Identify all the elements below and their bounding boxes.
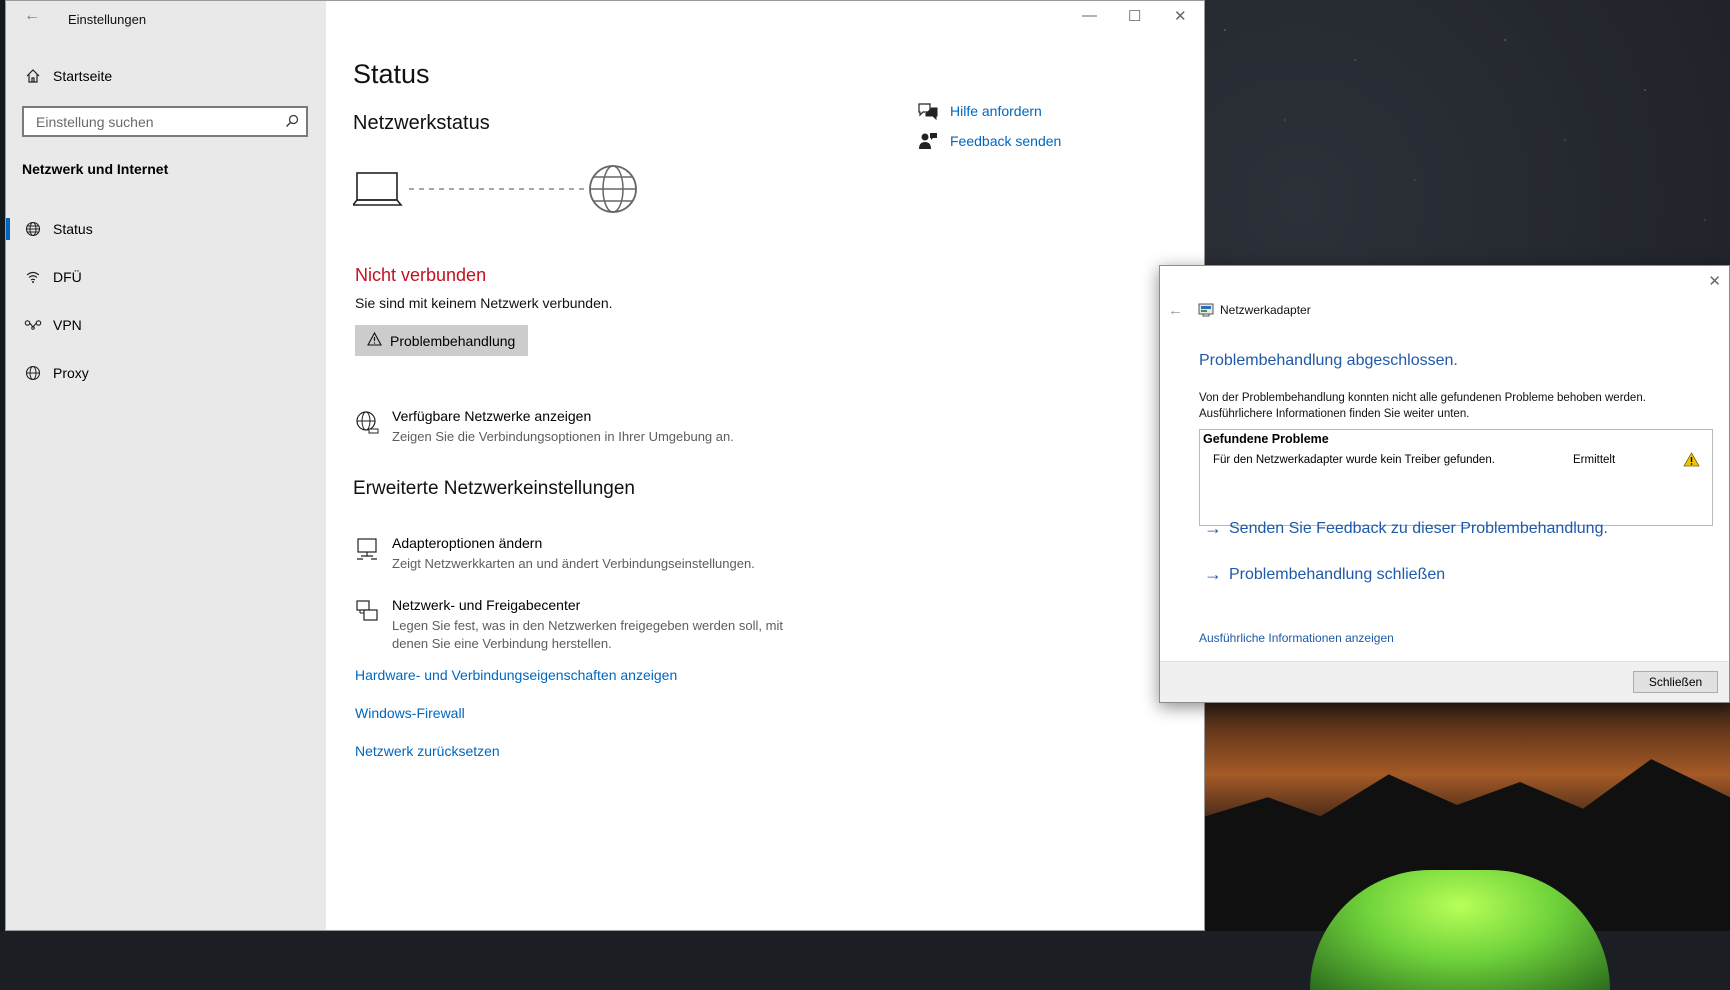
sidebar-item-label: Status	[53, 221, 93, 237]
dialog-footer: Schließen	[1160, 661, 1729, 702]
sidebar-section-title: Netzwerk und Internet	[22, 161, 169, 177]
back-arrow-icon[interactable]: ←	[24, 7, 40, 25]
main-content: — ☐ ✕ Status Netzwerkstatus Nicht verbun…	[326, 1, 1204, 930]
dialog-close-icon[interactable]: ✕	[1708, 272, 1721, 290]
search-input[interactable]	[34, 112, 278, 131]
sharing-center-icon	[355, 599, 379, 628]
troubleshoot-label: Problembehandlung	[390, 332, 516, 349]
chat-help-icon	[918, 102, 940, 120]
adapter-icon	[355, 537, 379, 566]
sidebar-item-dfue[interactable]: DFÜ	[6, 257, 326, 297]
dialog-title: Netzwerkadapter	[1220, 303, 1311, 317]
globe-status-icon	[24, 220, 42, 238]
close-button[interactable]: ✕	[1174, 7, 1187, 25]
search-box[interactable]	[22, 106, 308, 137]
details-link[interactable]: Ausführliche Informationen anzeigen	[1199, 631, 1394, 645]
sharing-center-title: Netzwerk- und Freigabecenter	[392, 597, 581, 613]
dialup-icon	[24, 268, 42, 286]
dialog-title-row: Netzwerkadapter	[1198, 303, 1311, 317]
available-networks-title: Verfügbare Netzwerke anzeigen	[392, 408, 592, 424]
send-feedback-label: Feedback senden	[950, 133, 1062, 149]
sidebar: ← Einstellungen Startseite Netzwerk und …	[6, 1, 326, 930]
problems-box: Gefundene Probleme Für den Netzwerkadapt…	[1199, 429, 1713, 526]
arrow-right-icon: →	[1204, 518, 1222, 538]
network-reset-link[interactable]: Netzwerk zurücksetzen	[355, 743, 500, 759]
globe-icon	[24, 364, 42, 382]
get-help-label: Hilfe anfordern	[950, 103, 1042, 119]
feedback-troubleshooter-label: Senden Sie Feedback zu dieser Problembeh…	[1229, 519, 1608, 537]
connection-state: Nicht verbunden	[355, 265, 487, 285]
available-networks-icon	[355, 410, 379, 439]
vpn-icon	[24, 316, 42, 334]
arrow-right-icon: →	[1204, 564, 1222, 584]
close-troubleshooter-link[interactable]: → Problembehandlung schließen	[1204, 564, 1445, 585]
sidebar-item-home[interactable]: Startseite	[6, 56, 326, 96]
hardware-properties-link[interactable]: Hardware- und Verbindungseigenschaften a…	[355, 667, 677, 683]
sidebar-item-proxy[interactable]: Proxy	[6, 353, 326, 393]
dialog-close-button[interactable]: Schließen	[1633, 671, 1718, 693]
problems-header: Gefundene Probleme	[1203, 432, 1329, 446]
dialog-back-arrow-icon[interactable]: ←	[1168, 302, 1183, 319]
sidebar-item-status[interactable]: Status	[6, 209, 326, 249]
sidebar-item-label: Proxy	[53, 365, 89, 381]
problem-text[interactable]: Für den Netzwerkadapter wurde kein Treib…	[1213, 454, 1495, 466]
problem-status: Ermittelt	[1573, 454, 1616, 466]
settings-window: ← Einstellungen Startseite Netzwerk und …	[5, 0, 1205, 931]
get-help-link[interactable]: Hilfe anfordern	[918, 102, 1042, 120]
laptop-icon	[353, 172, 403, 206]
adapter-options-desc: Zeigt Netzwerkkarten an und ändert Verbi…	[392, 556, 755, 571]
warning-icon	[367, 331, 382, 349]
minimize-button[interactable]: —	[1082, 7, 1097, 24]
dialog-message: Von der Problembehandlung konnten nicht …	[1199, 392, 1646, 420]
connection-description: Sie sind mit keinem Netzwerk verbunden.	[355, 295, 613, 311]
connection-diagram	[353, 165, 637, 213]
close-troubleshooter-label: Problembehandlung schließen	[1229, 565, 1446, 583]
warning-triangle-icon	[1683, 452, 1700, 472]
home-icon	[24, 67, 42, 85]
sidebar-item-label: VPN	[53, 317, 82, 333]
troubleshoot-button[interactable]: Problembehandlung	[355, 325, 529, 356]
maximize-button[interactable]: ☐	[1128, 7, 1141, 25]
advanced-settings-heading: Erweiterte Netzwerkeinstellungen	[353, 478, 635, 499]
feedback-troubleshooter-link[interactable]: → Senden Sie Feedback zu dieser Problemb…	[1204, 518, 1608, 539]
internet-globe-icon	[589, 165, 637, 213]
sharing-center-desc: Legen Sie fest, was in den Netzwerken fr…	[392, 618, 783, 651]
sidebar-item-label: DFÜ	[53, 269, 82, 285]
window-title: Einstellungen	[68, 12, 147, 27]
troubleshooter-dialog: ✕ ← Netzwerkadapter Problembehandlung ab…	[1159, 265, 1730, 703]
sidebar-home-label: Startseite	[53, 68, 113, 84]
available-networks-desc: Zeigen Sie die Verbindungsoptionen in Ih…	[392, 429, 734, 444]
page-title: Status	[353, 59, 430, 89]
network-adapter-icon	[1198, 303, 1214, 317]
sidebar-item-vpn[interactable]: VPN	[6, 305, 326, 345]
network-status-heading: Netzwerkstatus	[353, 112, 490, 134]
search-icon[interactable]	[285, 114, 299, 133]
dialog-heading: Problembehandlung abgeschlossen.	[1199, 352, 1458, 369]
feedback-person-icon	[918, 132, 940, 150]
adapter-options-title: Adapteroptionen ändern	[392, 535, 543, 551]
windows-firewall-link[interactable]: Windows-Firewall	[355, 705, 465, 721]
send-feedback-link[interactable]: Feedback senden	[918, 132, 1061, 150]
